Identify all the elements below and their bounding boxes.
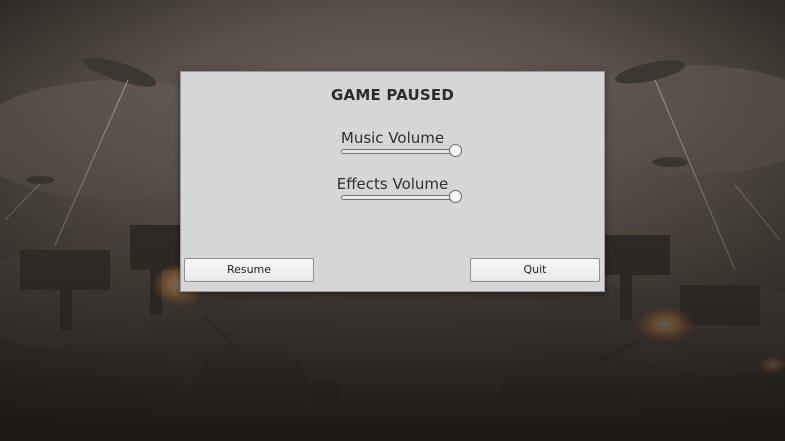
effects-volume-fill (341, 196, 456, 199)
pause-title: GAME PAUSED (331, 86, 454, 104)
effects-volume-thumb[interactable] (448, 190, 462, 203)
music-volume-label: Music Volume (340, 129, 445, 147)
effects-volume-group: Effects Volume (181, 175, 604, 203)
music-volume-slider[interactable] (340, 144, 462, 157)
music-volume-fill (341, 150, 456, 153)
quit-button[interactable]: Quit (470, 258, 600, 282)
effects-volume-slider[interactable] (340, 190, 462, 203)
music-volume-group: Music Volume (181, 129, 604, 157)
pause-menu-panel: GAME PAUSED Music Volume Effects Volume … (180, 71, 605, 292)
resume-button[interactable]: Resume (184, 258, 314, 282)
music-volume-thumb[interactable] (448, 144, 462, 157)
effects-volume-label: Effects Volume (336, 175, 449, 193)
